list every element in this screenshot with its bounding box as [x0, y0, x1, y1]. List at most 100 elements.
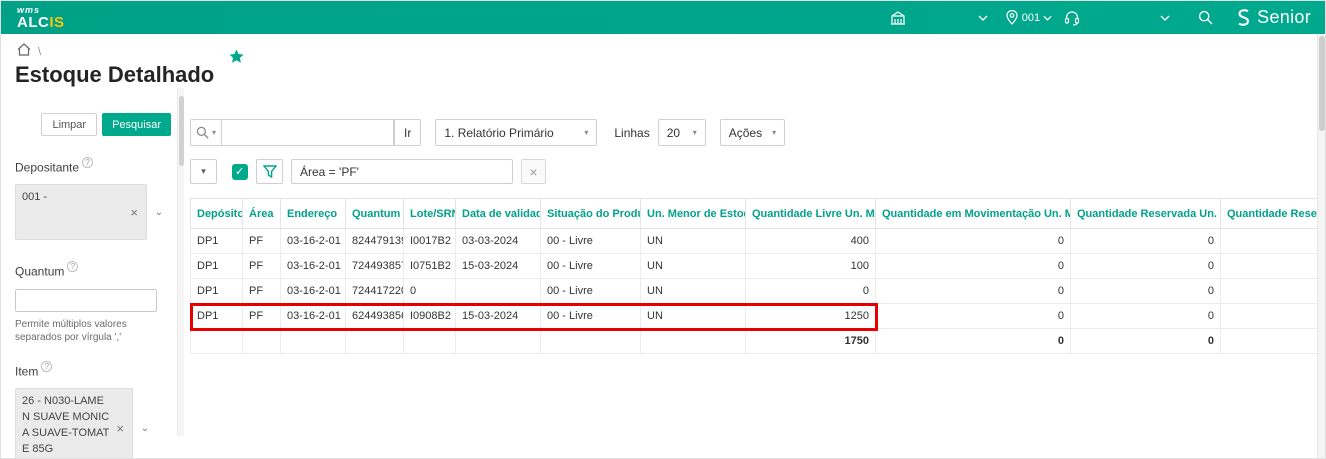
- breadcrumb: \: [1, 34, 1325, 58]
- chevron-down-icon[interactable]: [978, 15, 988, 21]
- table-cell: I0751B2: [403, 253, 456, 279]
- item-value: 26 - N030-LAMEN SUAVE MONICA SUAVE-TOMAT…: [22, 394, 110, 455]
- page-scrollbar-thumb[interactable]: [1318, 36, 1325, 131]
- logo-alcis-text: ALCIS: [17, 15, 65, 30]
- filter-funnel-button[interactable]: [256, 159, 283, 184]
- actions-label: Ações: [728, 125, 763, 140]
- column-header[interactable]: Situação do Produto: [540, 198, 641, 229]
- help-icon[interactable]: ?: [67, 261, 79, 273]
- help-icon[interactable]: ?: [41, 360, 53, 372]
- page-title: Estoque Detalhado: [15, 62, 215, 87]
- collapse-filters-button[interactable]: ▾: [190, 159, 217, 184]
- quantum-label: Quantum: [15, 264, 65, 279]
- item-field: Item? 26 - N030-LAMEN SUAVE MONICA SUAVE…: [15, 360, 177, 458]
- page-scrollbar[interactable]: [1317, 34, 1325, 458]
- home-icon[interactable]: [17, 42, 31, 61]
- chevron-down-icon: ▾: [692, 128, 697, 137]
- table-cell: 00 - Livre: [540, 253, 641, 279]
- table-cell: 03-16-2-01: [280, 253, 346, 279]
- go-button[interactable]: Ir: [394, 119, 422, 146]
- table-cell: I0017B2: [403, 228, 456, 254]
- report-search-input[interactable]: [222, 119, 395, 146]
- stock-table: Depósito Área Endereço Quantum Lote/SRN Data …: [190, 198, 1318, 354]
- column-header[interactable]: Área: [242, 198, 281, 229]
- filter-enabled-checkbox[interactable]: [232, 163, 248, 180]
- actions-menu-button[interactable]: Ações ▾: [719, 119, 786, 146]
- chevron-down-icon-2[interactable]: [1160, 15, 1170, 21]
- report-area: ▾ Ir 1. Relatório Primário ▾ Linhas 20 ▾…: [184, 88, 1325, 354]
- column-header[interactable]: Quantidade Livre Un. Menor: [745, 198, 876, 229]
- column-header[interactable]: Data de validade: [455, 198, 541, 229]
- headset-icon[interactable]: [1064, 10, 1080, 26]
- report-select-value: 1. Relatório Primário: [444, 125, 554, 140]
- column-header[interactable]: Lote/SRN: [403, 198, 456, 229]
- table-cell: DP1: [190, 303, 243, 329]
- filter-sidebar: Limpar Pesquisar Depositante? 001 - × ⌄ …: [1, 88, 177, 458]
- app-window: wms ALCIS 001 Senior \ Estoque Detalhado…: [0, 0, 1326, 459]
- quantum-helper-text: Permite múltiplos valores separados por …: [15, 318, 127, 344]
- favorite-star-icon[interactable]: [229, 49, 244, 69]
- alcis-logo: wms ALCIS: [17, 5, 65, 30]
- item-tag[interactable]: 26 - N030-LAMEN SUAVE MONICA SUAVE-TOMAT…: [15, 387, 133, 458]
- table-cell: 624493856: [345, 303, 404, 329]
- table-row: DP1 PF 03-16-2-01 824479139 I0017B2 03-03-202…: [190, 228, 1318, 254]
- remove-tag-icon[interactable]: ×: [128, 205, 140, 220]
- column-header[interactable]: Endereço: [280, 198, 346, 229]
- search-column-selector[interactable]: ▾: [190, 119, 223, 146]
- clear-button[interactable]: Limpar: [41, 113, 98, 136]
- sidebar-scrollbar-thumb[interactable]: [178, 96, 184, 166]
- remove-tag-icon[interactable]: ×: [114, 421, 126, 436]
- table-cell: [403, 328, 456, 354]
- search-button[interactable]: Pesquisar: [102, 113, 171, 136]
- topbar-actions: 001 Senior: [890, 7, 1311, 28]
- item-chevron-down-icon[interactable]: ⌄: [133, 388, 157, 458]
- table-cell: DP1: [190, 228, 243, 254]
- column-header[interactable]: Un. Menor de Estoque: [640, 198, 746, 229]
- table-cell: [1220, 303, 1318, 329]
- table-cell: [242, 328, 281, 354]
- item-label: Item: [15, 363, 39, 378]
- rows-select[interactable]: 20 ▾: [657, 119, 706, 146]
- table-cell: [455, 278, 541, 304]
- building-icon[interactable]: [890, 10, 906, 25]
- table-cell: 0: [403, 278, 456, 304]
- column-header[interactable]: Quantum: [345, 198, 404, 229]
- table-cell: 824479139: [345, 228, 404, 254]
- table-cell: 15-03-2024: [455, 303, 541, 329]
- table-cell: UN: [640, 253, 746, 279]
- column-header[interactable]: Quantidade em Movimentação Un. Menor: [875, 198, 1071, 229]
- report-select[interactable]: 1. Relatório Primário ▾: [435, 119, 598, 146]
- table-cell: 03-16-2-01: [280, 278, 346, 304]
- table-cell: 00 - Livre: [540, 303, 641, 329]
- table-cell: 0: [1070, 303, 1221, 329]
- help-icon[interactable]: ?: [82, 157, 94, 168]
- table-cell: UN: [640, 303, 746, 329]
- logo-alcis-yellow: IS: [49, 13, 65, 31]
- depositante-field: Depositante? 001 - × ⌄: [15, 157, 177, 241]
- sidebar-scrollbar[interactable]: [177, 88, 184, 436]
- table-header-row: Depósito Área Endereço Quantum Lote/SRN Data …: [190, 198, 1318, 229]
- filter-expression[interactable]: Área = 'PF': [291, 159, 513, 184]
- column-header[interactable]: Quantidade Reser: [1220, 198, 1318, 229]
- depositante-tag[interactable]: 001 - ×: [15, 184, 147, 241]
- rows-select-value: 20: [666, 125, 681, 140]
- table-cell: 0: [1070, 228, 1221, 254]
- column-header[interactable]: Quantidade Reservada Un. Menor: [1070, 198, 1221, 229]
- table-cell: 0: [875, 253, 1071, 279]
- search-icon[interactable]: [1198, 10, 1213, 25]
- column-header[interactable]: Depósito: [190, 198, 243, 229]
- location-pin-icon[interactable]: [1006, 10, 1018, 25]
- table-cell: [345, 328, 404, 354]
- remove-filter-button[interactable]: ×: [521, 159, 546, 184]
- table-cell: 1750: [745, 328, 876, 354]
- table-cell: [1220, 228, 1318, 254]
- table-cell: 0: [1070, 278, 1221, 304]
- table-cell: [1220, 328, 1318, 354]
- breadcrumb-separator: \: [38, 45, 42, 58]
- org-code-value[interactable]: 001: [1022, 12, 1040, 24]
- table-cell: [190, 328, 243, 354]
- quantum-input[interactable]: [15, 288, 157, 312]
- table-cell: [1220, 278, 1318, 304]
- depositante-chevron-down-icon[interactable]: ⌄: [147, 184, 171, 240]
- org-chevron-down-icon[interactable]: [1043, 15, 1052, 21]
